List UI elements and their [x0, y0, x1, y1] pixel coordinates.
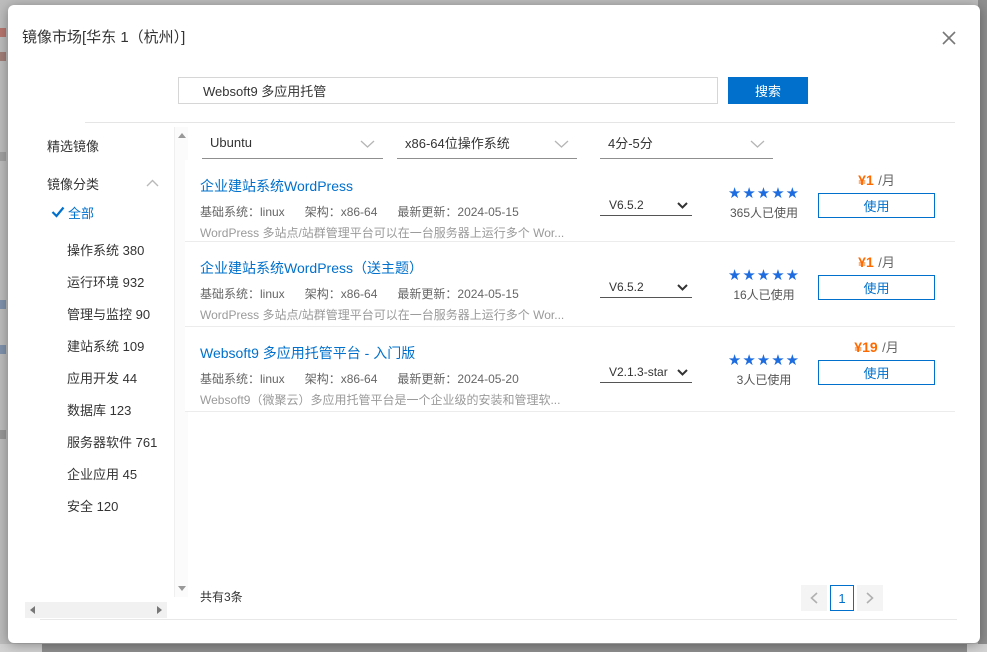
filter-os-value: Ubuntu — [210, 135, 252, 150]
pagination-prev-button[interactable] — [801, 585, 827, 611]
filter-select-architecture[interactable]: x86-64位操作系统 — [397, 127, 577, 159]
background-page-fragment — [0, 152, 6, 161]
price: ¥19 /月 — [818, 337, 935, 357]
pagination-next-button[interactable] — [857, 585, 883, 611]
price-amount: ¥19 — [854, 339, 877, 355]
chevron-right-icon — [866, 592, 874, 604]
meta-base-system: 基础系统：linux — [200, 372, 285, 386]
meta-architecture: 架构：x86-64 — [305, 287, 378, 301]
background-page-fragment — [0, 300, 6, 309]
chevron-left-icon — [810, 592, 818, 604]
chevron-down-icon — [677, 202, 688, 209]
result-meta: 基础系统：linux 架构：x86-64 最新更新：2024-05-15 — [200, 203, 519, 220]
filter-select-os[interactable]: Ubuntu — [202, 127, 383, 159]
close-button[interactable] — [936, 25, 962, 51]
scroll-down-arrow-icon[interactable] — [178, 586, 186, 591]
price-unit: /月 — [878, 173, 895, 188]
chevron-down-icon — [750, 140, 765, 148]
sidebar-item-runtime-environments[interactable]: 运行环境 932 — [67, 272, 144, 291]
sidebar-item-databases[interactable]: 数据库 123 — [67, 400, 131, 419]
close-icon — [941, 30, 957, 46]
chevron-down-icon — [677, 284, 688, 291]
sidebar-section-image-categories[interactable]: 镜像分类 — [47, 174, 99, 193]
price: ¥1 /月 — [818, 170, 935, 190]
meta-last-updated: 最新更新：2024-05-20 — [397, 372, 518, 386]
filter-arch-value: x86-64位操作系统 — [405, 133, 510, 152]
price-amount: ¥1 — [858, 254, 874, 270]
users-count: 16人已使用 — [717, 286, 811, 303]
background-page-fragment — [0, 430, 6, 439]
sidebar-item-website-systems[interactable]: 建站系统 109 — [67, 336, 144, 355]
version-value: V6.5.2 — [609, 198, 644, 212]
sidebar-item-featured-images[interactable]: 精选镜像 — [47, 136, 99, 155]
result-description: WordPress 多站点/站群管理平台可以在一台服务器上运行多个 Wor... — [200, 224, 564, 241]
price-amount: ¥1 — [858, 172, 874, 188]
users-count: 3人已使用 — [717, 371, 811, 388]
chevron-down-icon — [677, 369, 688, 376]
use-button[interactable]: 使用 — [818, 193, 935, 218]
filter-select-rating[interactable]: 4分-5分 — [600, 127, 773, 159]
version-select[interactable]: V6.5.2 — [600, 194, 692, 216]
search-input[interactable] — [178, 77, 718, 104]
result-description: WordPress 多站点/站群管理平台可以在一台服务器上运行多个 Wor... — [200, 306, 564, 323]
sidebar-item-management-monitoring[interactable]: 管理与监控 90 — [67, 304, 150, 323]
background-page-fragment — [0, 28, 6, 37]
scroll-left-arrow-icon[interactable] — [30, 606, 35, 614]
result-description: Websoft9（微聚云）多应用托管平台是一个企业级的安装和管理软... — [200, 391, 560, 408]
version-value: V6.5.2 — [609, 280, 644, 294]
page-horizontal-scrollbar[interactable] — [0, 644, 987, 652]
sidebar-item-app-development[interactable]: 应用开发 44 — [67, 368, 137, 387]
star-rating: ★★★★★ — [717, 351, 811, 369]
price: ¥1 /月 — [818, 252, 935, 272]
version-select[interactable]: V6.5.2 — [600, 276, 692, 298]
price-unit: /月 — [878, 255, 895, 270]
meta-architecture: 架构：x86-64 — [305, 372, 378, 386]
filter-rating-value: 4分-5分 — [608, 133, 653, 152]
total-count: 共有3条 — [200, 588, 243, 605]
use-button[interactable]: 使用 — [818, 360, 935, 385]
result-title-link[interactable]: 企业建站系统WordPress — [200, 176, 353, 196]
chevron-down-icon — [360, 140, 375, 148]
sidebar-item-server-software[interactable]: 服务器软件 761 — [67, 432, 157, 451]
dialog-title: 镜像市场[华东 1（杭州）] — [22, 26, 185, 47]
result-row: 企业建站系统WordPress 基础系统：linux 架构：x86-64 最新更新：… — [185, 160, 955, 242]
users-count: 365人已使用 — [717, 204, 811, 221]
version-select[interactable]: V2.1.3-star — [600, 361, 692, 383]
meta-base-system: 基础系统：linux — [200, 205, 285, 219]
result-title-link[interactable]: 企业建站系统WordPress（送主题） — [200, 258, 423, 278]
sidebar-horizontal-scrollbar[interactable] — [25, 602, 167, 618]
background-page-fragment — [0, 345, 6, 354]
meta-architecture: 架构：x86-64 — [305, 205, 378, 219]
check-icon — [51, 206, 65, 218]
image-marketplace-dialog: 镜像市场[华东 1（杭州）] 搜索 精选镜像 镜像分类 全部 操作系统 380 … — [8, 5, 980, 643]
chevron-up-icon[interactable] — [146, 179, 159, 187]
price-unit: /月 — [882, 340, 899, 355]
scroll-up-arrow-icon[interactable] — [178, 133, 186, 138]
footer-divider — [40, 619, 957, 620]
result-row: Websoft9 多应用托管平台 - 入门版 基础系统：linux 架构：x86-… — [185, 327, 955, 412]
sidebar-item-enterprise-apps[interactable]: 企业应用 45 — [67, 464, 137, 483]
sidebar-item-operating-systems[interactable]: 操作系统 380 — [67, 240, 144, 259]
result-meta: 基础系统：linux 架构：x86-64 最新更新：2024-05-15 — [200, 285, 519, 302]
meta-last-updated: 最新更新：2024-05-15 — [397, 205, 518, 219]
star-rating: ★★★★★ — [717, 266, 811, 284]
pagination-current-page[interactable]: 1 — [830, 585, 854, 611]
result-title-link[interactable]: Websoft9 多应用托管平台 - 入门版 — [200, 343, 415, 363]
meta-last-updated: 最新更新：2024-05-15 — [397, 287, 518, 301]
scroll-right-arrow-icon[interactable] — [157, 606, 162, 614]
sidebar-item-all[interactable]: 全部 — [68, 203, 94, 222]
sidebar-item-security[interactable]: 安全 120 — [67, 496, 118, 515]
search-button[interactable]: 搜索 — [728, 77, 808, 104]
use-button[interactable]: 使用 — [818, 275, 935, 300]
result-meta: 基础系统：linux 架构：x86-64 最新更新：2024-05-20 — [200, 370, 519, 387]
meta-base-system: 基础系统：linux — [200, 287, 285, 301]
result-row: 企业建站系统WordPress（送主题） 基础系统：linux 架构：x86-64… — [185, 242, 955, 327]
background-page-fragment — [0, 52, 6, 61]
chevron-down-icon — [554, 140, 569, 148]
version-value: V2.1.3-star — [609, 365, 668, 379]
pagination: 1 — [801, 585, 883, 611]
page-horizontal-scrollbar-thumb[interactable] — [42, 644, 967, 652]
header-divider — [85, 122, 955, 123]
star-rating: ★★★★★ — [717, 184, 811, 202]
